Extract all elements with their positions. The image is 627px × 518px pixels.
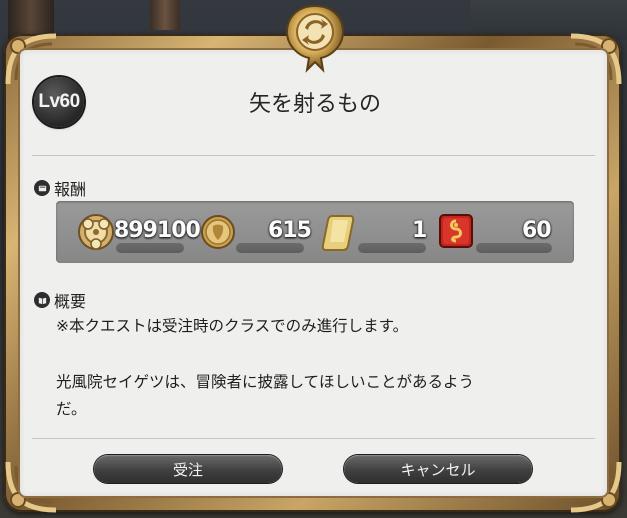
gold-coin-icon xyxy=(200,214,236,254)
quest-emblem-icon xyxy=(283,2,347,74)
summary-section-label: 概要 xyxy=(54,292,87,311)
quest-title: 矢を射るもの xyxy=(248,92,381,117)
reward-track xyxy=(116,243,184,253)
reward-track xyxy=(476,243,552,253)
summary-description-line: 光風院セイゲツは、冒険者に披露してほしいことがあるよう xyxy=(56,373,475,391)
bottom-divider xyxy=(32,438,595,439)
red-token-icon xyxy=(438,213,474,253)
reward-value: 615 xyxy=(268,218,312,243)
rewards-section-icon xyxy=(34,180,50,196)
rewards-section-header: 報酬 xyxy=(34,176,86,200)
reward-value: 899100 xyxy=(114,218,201,243)
background-wooden-beam xyxy=(150,0,180,30)
reward-track xyxy=(236,243,304,253)
rewards-section-label: 報酬 xyxy=(54,180,87,199)
summary-section-header: 概要 xyxy=(34,288,86,312)
level-badge: Lv60 xyxy=(34,77,84,127)
reward-item-red-token[interactable]: 60 xyxy=(436,201,568,263)
reward-value: 60 xyxy=(522,218,552,243)
gold-bar-icon xyxy=(320,212,360,256)
reward-item-gold-bar[interactable]: 1 xyxy=(318,201,430,263)
rewards-bar: 899100 615 1 60 xyxy=(56,201,574,263)
gil-icon xyxy=(74,212,118,256)
summary-section-icon xyxy=(34,292,50,308)
reward-item-gold-coin[interactable]: 615 xyxy=(196,201,312,263)
reward-value: 1 xyxy=(412,218,427,243)
title-divider xyxy=(32,155,595,156)
summary-note: ※本クエストは受注時のクラスでのみ進行します。 xyxy=(56,317,409,335)
summary-description-line: だ。 xyxy=(56,400,87,418)
reward-item-gil[interactable]: 899100 xyxy=(56,201,201,263)
reward-track xyxy=(358,243,426,253)
cancel-button[interactable]: キャンセル xyxy=(344,455,532,483)
accept-button[interactable]: 受注 xyxy=(94,455,282,483)
